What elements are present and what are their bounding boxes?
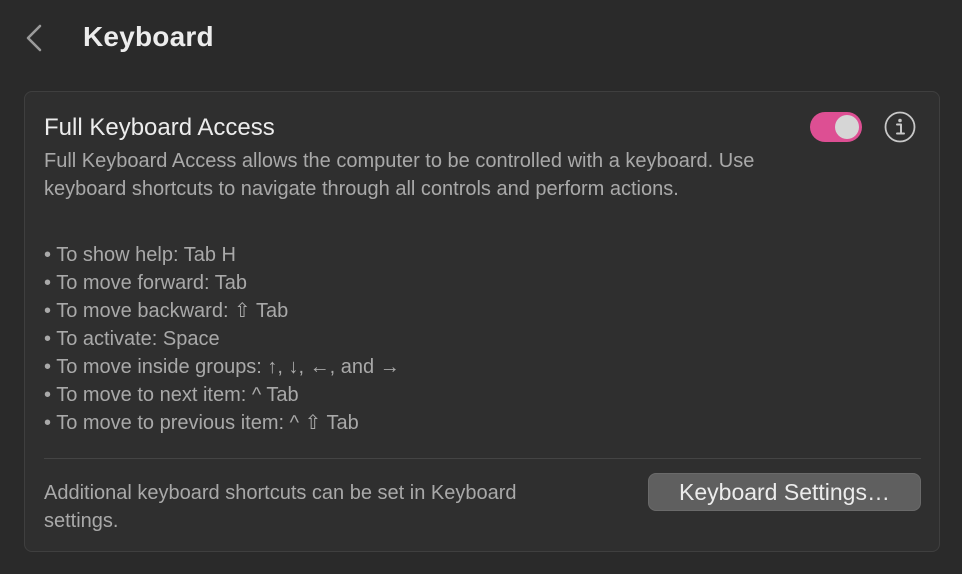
chevron-left-icon	[26, 24, 42, 52]
shortcut-text: To move forward: Tab	[56, 272, 248, 294]
shortcut-item: • To show help: Tab H	[44, 244, 236, 266]
shortcut-text: To move to next item: ^ Tab	[56, 384, 299, 406]
toggle-knob	[835, 115, 859, 139]
divider	[44, 458, 921, 459]
shortcut-item: • To activate: Space	[44, 328, 220, 350]
card-title: Full Keyboard Access	[44, 114, 275, 141]
page-title: Keyboard	[83, 21, 214, 52]
info-button[interactable]	[884, 111, 916, 143]
info-circle-icon	[884, 111, 916, 143]
back-button[interactable]	[18, 20, 54, 56]
shortcut-item: • To move to next item: ^ Tab	[44, 384, 299, 406]
full-keyboard-access-card: Full Keyboard Access Full Keyboard Acces…	[24, 91, 940, 552]
shortcut-item: • To move backward: ⇧ Tab	[44, 300, 289, 322]
shortcut-text: To move backward: ⇧ Tab	[56, 300, 289, 322]
shortcut-item: • To move inside groups: ↑, ↓, ←, and →	[44, 356, 400, 378]
card-description: Full Keyboard Access allows the computer…	[44, 150, 755, 200]
shortcut-text: To activate: Space	[56, 328, 220, 350]
header: Keyboard	[0, 0, 962, 78]
shortcut-list: • To show help: Tab H • To move forward:…	[44, 241, 804, 437]
full-keyboard-access-toggle[interactable]	[810, 112, 862, 142]
keyboard-settings-button[interactable]: Keyboard Settings…	[648, 473, 921, 511]
shortcut-text: To move to previous item: ^ ⇧ Tab	[56, 412, 359, 434]
footer-note: Additional keyboard shortcuts can be set…	[44, 482, 517, 532]
shortcut-text: To show help: Tab H	[56, 244, 236, 266]
shortcut-item: • To move to previous item: ^ ⇧ Tab	[44, 412, 359, 434]
shortcut-text: To move inside groups: ↑, ↓, ←, and →	[56, 356, 400, 378]
shortcut-item: • To move forward: Tab	[44, 272, 248, 294]
